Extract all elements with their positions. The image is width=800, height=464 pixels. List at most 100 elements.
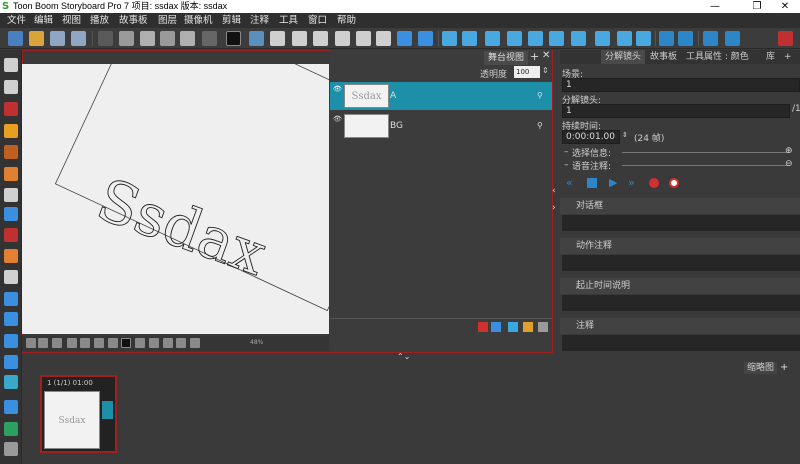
rectangle-icon[interactable] (4, 207, 18, 221)
zoom-out-icon[interactable] (418, 31, 433, 46)
add-scene-icon[interactable] (4, 422, 18, 436)
menu-file[interactable]: 文件 (7, 13, 26, 28)
tab-storyboard[interactable]: 故事板 (650, 50, 677, 64)
record-icon[interactable] (778, 31, 793, 46)
selection-info-add-icon[interactable]: ⊕ (785, 146, 793, 156)
close-button[interactable]: ✕ (768, 0, 800, 13)
save-as-icon[interactable] (71, 31, 86, 46)
save-icon[interactable] (50, 31, 65, 46)
pencil-icon[interactable] (4, 124, 18, 138)
paste-icon[interactable] (140, 31, 155, 46)
open-icon[interactable] (29, 31, 44, 46)
brush-icon[interactable] (4, 102, 18, 116)
keyframe-icon[interactable] (571, 31, 586, 46)
next-scene-icon[interactable] (725, 31, 740, 46)
layer-visibility-icon[interactable]: 👁 (333, 85, 342, 93)
3d-icon[interactable] (442, 31, 457, 46)
dropper-icon[interactable] (4, 249, 18, 263)
add-panel-icon[interactable] (4, 400, 18, 414)
frame-icon[interactable] (376, 31, 391, 46)
stage-aspect-icon[interactable] (80, 338, 90, 348)
selection-info-toggle-icon[interactable]: – (564, 147, 569, 157)
zoom-in-icon[interactable] (397, 31, 412, 46)
menu-play[interactable]: 播放 (90, 13, 109, 28)
slate-section-header[interactable]: 起止时间说明 (560, 278, 800, 294)
prev-scene-icon[interactable] (703, 31, 718, 46)
eraser-icon[interactable] (4, 167, 18, 181)
dialogue-section-header[interactable]: 对话框 (560, 198, 800, 214)
folder-icon[interactable] (523, 322, 533, 332)
cutter-icon[interactable] (4, 292, 18, 306)
rewind-icon[interactable]: « (566, 176, 573, 189)
duration-field[interactable]: 0:00:01.00 (562, 130, 620, 144)
redo-icon[interactable] (202, 31, 217, 46)
align-icon[interactable] (617, 31, 632, 46)
notes-field[interactable] (562, 335, 800, 351)
layer-row[interactable]: 👁 Ssdax A ⚲ (330, 82, 552, 110)
stage-mode-icon[interactable] (26, 338, 36, 348)
layer-move-icon[interactable] (4, 355, 18, 369)
collapse-left-icon[interactable]: ‹ (552, 186, 556, 196)
layer-row[interactable]: 👁 BG ⚲ (330, 112, 552, 140)
add-vector-layer-icon[interactable] (478, 322, 488, 332)
menu-tools[interactable]: 工具 (279, 13, 298, 28)
camera-view-icon[interactable] (462, 31, 477, 46)
menu-annotation[interactable]: 注释 (250, 13, 269, 28)
morph-icon[interactable] (4, 375, 18, 389)
menu-layer[interactable]: 图层 (158, 13, 177, 28)
scene-field[interactable]: 1 (562, 78, 800, 92)
stage-safe-icon[interactable] (94, 338, 104, 348)
play-icon[interactable]: ▶ (609, 176, 617, 189)
delete-layer-icon[interactable] (538, 322, 548, 332)
menu-window[interactable]: 窗口 (308, 13, 327, 28)
voice-note-remove-icon[interactable]: ⊖ (785, 159, 793, 169)
safe-area-icon[interactable] (292, 31, 307, 46)
undo-icon[interactable] (180, 31, 195, 46)
aspect-icon[interactable] (313, 31, 328, 46)
record-note-icon[interactable] (649, 178, 659, 188)
stage-brush-icon[interactable] (135, 338, 145, 348)
menu-storyboard[interactable]: 故事板 (119, 13, 148, 28)
opacity-input[interactable]: 100 (514, 66, 540, 78)
storyboard-panel-card[interactable]: 1 (1/1) 01:00 Ssdax (40, 375, 117, 453)
pin-icon[interactable] (636, 31, 651, 46)
minimize-button[interactable]: — (698, 0, 732, 13)
menu-camera[interactable]: 摄像机 (184, 13, 213, 28)
tab-panel[interactable]: 分解镜头 (601, 50, 646, 64)
add-view-icon[interactable]: + (530, 50, 539, 63)
panel-field[interactable]: 1 (562, 104, 790, 118)
delete-icon[interactable] (160, 31, 175, 46)
camera-tool-icon[interactable] (485, 31, 500, 46)
layer-lock-icon[interactable]: ⚲ (537, 121, 543, 130)
tab-thumbnails[interactable]: 缩略图 (744, 362, 778, 374)
hand-icon[interactable] (4, 270, 18, 284)
action-notes-field[interactable] (562, 255, 800, 271)
fast-forward-icon[interactable]: » (628, 176, 635, 189)
next-panel-icon[interactable] (678, 31, 693, 46)
stage-canvas[interactable]: Ssdax (22, 64, 329, 334)
onion-skin-icon[interactable] (249, 31, 264, 46)
paint-bucket-icon[interactable] (4, 228, 18, 242)
tab-library[interactable]: 库 (766, 50, 775, 64)
action-notes-header[interactable]: 动作注释 (560, 238, 800, 254)
stage-rect-icon[interactable] (108, 338, 118, 348)
stage-fit-icon[interactable] (67, 338, 77, 348)
add-group-icon[interactable] (508, 322, 518, 332)
stroke-preview-icon[interactable] (226, 31, 241, 46)
cut-icon[interactable] (98, 31, 113, 46)
reset-camera-icon[interactable] (595, 31, 610, 46)
duration-stepper[interactable]: ⇕ (622, 131, 628, 139)
copy-icon[interactable] (119, 31, 134, 46)
tab-tool-properties[interactable]: 工具属性 : 颜色 (686, 50, 749, 64)
menu-edit[interactable]: 编辑 (34, 13, 53, 28)
voice-note-toggle-icon[interactable]: – (564, 160, 569, 170)
stamp-icon[interactable] (4, 145, 18, 159)
layer-lock-icon[interactable]: ⚲ (537, 91, 543, 100)
stop-icon[interactable] (587, 178, 597, 188)
select-icon[interactable] (4, 58, 18, 72)
scale-icon[interactable] (528, 31, 543, 46)
dialogue-field[interactable] (562, 215, 800, 231)
delete-note-icon[interactable] (669, 178, 679, 188)
camera-move-icon[interactable] (4, 312, 18, 326)
splitter-arrows-icon[interactable]: ⌃⌄ (397, 352, 429, 362)
